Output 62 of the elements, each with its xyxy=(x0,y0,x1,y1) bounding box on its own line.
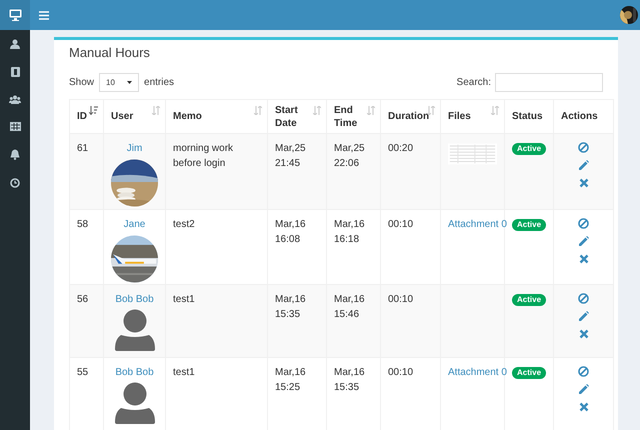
status-badge: Active xyxy=(512,219,546,231)
ban-icon[interactable] xyxy=(578,366,589,377)
status-badge: Active xyxy=(512,294,546,306)
search-label: Search: xyxy=(456,76,491,90)
close-icon[interactable] xyxy=(578,402,588,412)
users-icon[interactable] xyxy=(9,95,21,104)
user-link[interactable]: Bob Bob xyxy=(111,365,158,380)
pencil-icon[interactable] xyxy=(578,236,589,247)
start-date-cell-text: Mar,16 15:35 xyxy=(275,293,307,322)
pencil-icon[interactable] xyxy=(578,160,589,171)
close-icon[interactable] xyxy=(578,254,588,264)
id-cell: 58 xyxy=(77,219,88,230)
status-badge: Active xyxy=(512,143,546,155)
column-header[interactable]: User xyxy=(111,110,134,123)
default-avatar-icon xyxy=(114,382,154,424)
close-icon[interactable] xyxy=(578,178,588,188)
ban-icon[interactable] xyxy=(578,293,589,304)
search-field[interactable] xyxy=(495,73,603,92)
id-cell: 56 xyxy=(77,294,88,305)
column-header[interactable]: Files xyxy=(448,110,471,123)
memo-cell-text: test1 xyxy=(173,366,196,380)
close-icon[interactable] xyxy=(578,329,588,339)
id-cell: 55 xyxy=(77,367,88,378)
attachment-link[interactable]: Attachment 0 xyxy=(448,367,507,378)
sort-descending-icon[interactable] xyxy=(89,106,98,115)
memo-cell-text: test1 xyxy=(173,293,196,307)
bell-icon[interactable] xyxy=(10,149,20,160)
column-header[interactable]: ID xyxy=(77,110,87,123)
user-link[interactable]: Jane xyxy=(111,217,158,232)
user-icon[interactable] xyxy=(10,39,20,49)
memo-cell-text: test2 xyxy=(173,218,196,232)
pencil-icon[interactable] xyxy=(578,384,589,395)
start-date-cell-text: Mar,25 21:45 xyxy=(275,142,307,171)
attachment-link[interactable]: Attachment 0 xyxy=(448,219,507,230)
default-avatar-icon xyxy=(114,309,154,351)
end-time-cell-text: Mar,25 22:06 xyxy=(334,142,366,171)
duration-cell: 00:10 xyxy=(388,294,414,305)
duration-cell: 00:10 xyxy=(388,219,414,230)
start-date-cell-text: Mar,16 15:25 xyxy=(275,366,307,395)
duration-cell: 00:10 xyxy=(388,367,414,378)
start-date-cell-text: Mar,16 16:08 xyxy=(275,218,307,247)
id-cell: 61 xyxy=(77,143,88,154)
ban-icon[interactable] xyxy=(578,142,589,153)
clock-icon[interactable] xyxy=(10,178,20,188)
entries-label: entries xyxy=(144,76,174,90)
id-card-icon[interactable] xyxy=(10,67,20,77)
end-time-cell-text: Mar,16 15:46 xyxy=(334,293,366,322)
page-title: Manual Hours xyxy=(69,44,151,61)
memo-cell-text: morning work before login xyxy=(173,142,234,171)
ban-icon[interactable] xyxy=(578,218,589,229)
status-badge: Active xyxy=(512,367,546,379)
column-header[interactable]: Memo xyxy=(173,110,202,123)
show-label: Show xyxy=(69,76,94,90)
pencil-icon[interactable] xyxy=(578,311,589,322)
menu-icon[interactable] xyxy=(39,10,49,20)
monitor-icon[interactable] xyxy=(8,9,22,21)
duration-cell: 00:20 xyxy=(388,143,414,154)
end-time-cell-text: Mar,16 15:35 xyxy=(334,366,366,395)
entries-select[interactable]: 10 xyxy=(99,73,140,92)
caret-icon xyxy=(127,81,132,84)
end-time-cell-text: Mar,16 16:18 xyxy=(334,218,366,247)
table-icon[interactable] xyxy=(10,122,20,131)
